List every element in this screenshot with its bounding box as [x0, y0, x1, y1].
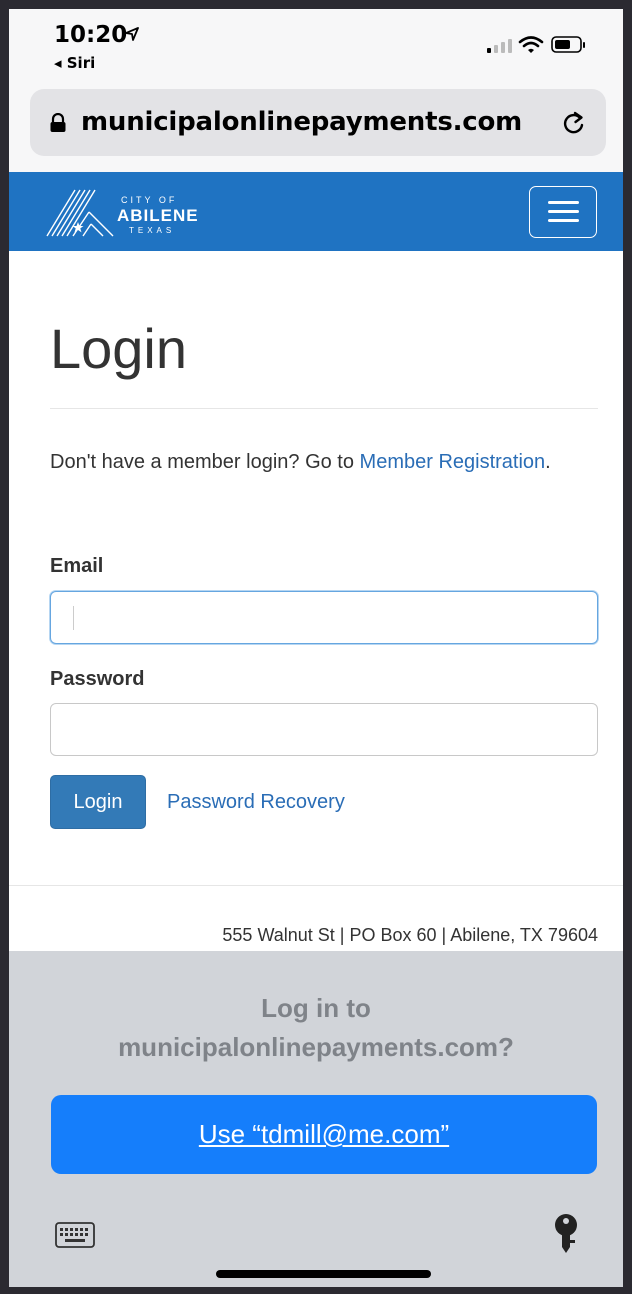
reload-icon[interactable] [561, 109, 587, 137]
password-recovery-link[interactable]: Password Recovery [167, 791, 345, 814]
status-bar: 10:20 ◂ Siri [9, 9, 623, 87]
phone-screen: 10:20 ◂ Siri municipalonlinepayments.com… [9, 9, 623, 1287]
site-header: CITY OF ABILENE TEXAS [9, 172, 623, 251]
url-text: municipalonlinepayments.com [81, 107, 523, 137]
logo-mark-icon [46, 189, 114, 237]
password-label: Password [50, 668, 145, 690]
home-indicator[interactable] [216, 1270, 431, 1278]
registration-prompt: Don't have a member login? Go to Member … [50, 446, 570, 479]
logo-text-abilene: ABILENE [117, 206, 199, 225]
logo-text-texas: TEXAS [129, 226, 176, 235]
title-divider [50, 408, 598, 409]
registration-prefix: Don't have a member login? Go to [50, 451, 360, 473]
hamburger-menu-button[interactable] [529, 186, 597, 238]
login-form-area: Login Don't have a member login? Go to M… [9, 251, 623, 951]
location-arrow-icon [125, 27, 139, 41]
registration-suffix: . [545, 451, 551, 473]
status-time: 10:20 [54, 22, 128, 48]
autofill-prompt-line1: Log in to [261, 993, 371, 1023]
email-label: Email [50, 555, 104, 577]
keyboard-icon[interactable] [55, 1221, 95, 1249]
member-registration-link[interactable]: Member Registration [360, 451, 546, 473]
wifi-icon [518, 36, 544, 53]
password-autofill-panel: Log in to municipalonlinepayments.com? U… [9, 951, 623, 1287]
lock-icon [50, 113, 66, 132]
login-button[interactable]: Login [50, 775, 146, 829]
key-icon[interactable] [553, 1213, 579, 1257]
text-cursor [73, 606, 74, 630]
back-to-siri-link[interactable]: ◂ Siri [54, 54, 95, 72]
battery-icon [551, 36, 585, 53]
autofill-prompt-line2: municipalonlinepayments.com? [118, 1032, 514, 1062]
email-field[interactable] [50, 591, 598, 644]
cellular-signal-icon [487, 39, 512, 53]
use-saved-credential-button[interactable]: Use “tdmill@me.com” [51, 1095, 597, 1174]
password-field[interactable] [50, 703, 598, 756]
footer-divider [9, 885, 623, 886]
address-bar[interactable]: municipalonlinepayments.com [30, 89, 606, 156]
browser-toolbar: municipalonlinepayments.com [9, 79, 623, 172]
page-title: Login [50, 317, 188, 380]
autofill-prompt: Log in to municipalonlinepayments.com? [9, 989, 623, 1067]
footer-address: 555 Walnut St | PO Box 60 | Abilene, TX … [222, 925, 598, 945]
logo-text-city-of: CITY OF [121, 195, 178, 205]
